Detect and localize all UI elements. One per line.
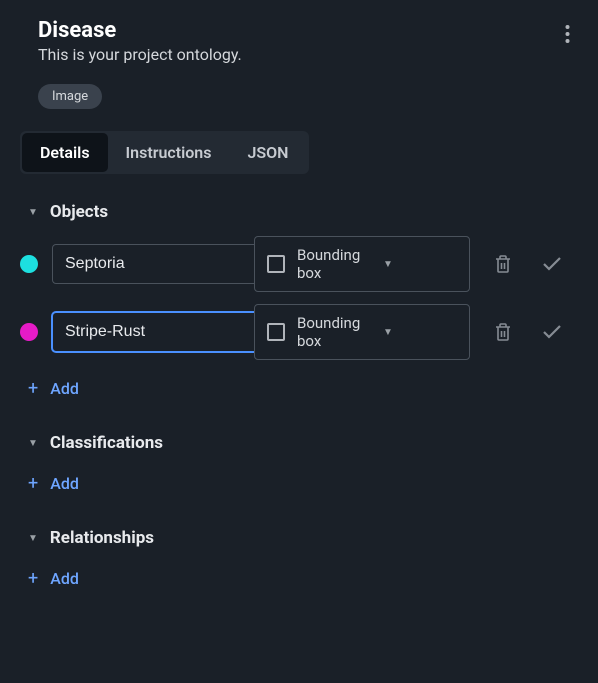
check-icon — [542, 256, 562, 272]
shape-label: Bounding box — [297, 314, 371, 350]
confirm-button[interactable] — [536, 250, 568, 278]
classifications-section-title: Classifications — [50, 433, 163, 453]
trash-icon — [494, 322, 512, 342]
page-title: Disease — [38, 18, 242, 43]
more-vertical-icon — [565, 24, 570, 44]
shape-select[interactable]: Bounding box ▼ — [254, 236, 470, 292]
chevron-down-icon: ▼ — [28, 533, 38, 544]
delete-button[interactable] — [488, 316, 518, 348]
more-menu-button[interactable] — [559, 18, 576, 53]
page-subtitle: This is your project ontology. — [38, 45, 242, 64]
tab-json[interactable]: JSON — [229, 133, 306, 172]
relationships-section-title: Relationships — [50, 528, 154, 548]
object-row: Bounding box ▼ — [20, 304, 578, 360]
object-name-input[interactable] — [52, 312, 285, 352]
confirm-button[interactable] — [536, 318, 568, 346]
chevron-down-icon: ▼ — [383, 327, 457, 338]
tab-details[interactable]: Details — [22, 133, 108, 172]
add-classification-button[interactable]: + Add — [20, 467, 87, 500]
add-relationship-button[interactable]: + Add — [20, 562, 87, 595]
objects-section-title: Objects — [50, 202, 108, 222]
chevron-down-icon: ▼ — [383, 259, 457, 270]
plus-icon: + — [28, 568, 38, 589]
plus-icon: + — [28, 473, 38, 494]
relationships-section-header[interactable]: ▼ Relationships — [20, 528, 578, 548]
add-label: Add — [50, 474, 79, 493]
objects-section-header[interactable]: ▼ Objects — [20, 202, 578, 222]
chevron-down-icon: ▼ — [28, 207, 38, 218]
shape-select[interactable]: Bounding box ▼ — [254, 304, 470, 360]
object-row: Bounding box ▼ — [20, 236, 578, 292]
add-object-button[interactable]: + Add — [20, 372, 87, 405]
trash-icon — [494, 254, 512, 274]
media-type-badge: Image — [38, 84, 102, 109]
check-icon — [542, 324, 562, 340]
chevron-down-icon: ▼ — [28, 438, 38, 449]
classifications-section-header[interactable]: ▼ Classifications — [20, 433, 578, 453]
add-label: Add — [50, 379, 79, 398]
plus-icon: + — [28, 378, 38, 399]
color-swatch[interactable] — [20, 255, 38, 273]
shape-label: Bounding box — [297, 246, 371, 282]
color-swatch[interactable] — [20, 323, 38, 341]
bounding-box-icon — [267, 255, 285, 273]
object-name-input[interactable] — [52, 244, 285, 284]
tab-bar: Details Instructions JSON — [20, 131, 309, 174]
add-label: Add — [50, 569, 79, 588]
delete-button[interactable] — [488, 248, 518, 280]
bounding-box-icon — [267, 323, 285, 341]
tab-instructions[interactable]: Instructions — [108, 133, 230, 172]
